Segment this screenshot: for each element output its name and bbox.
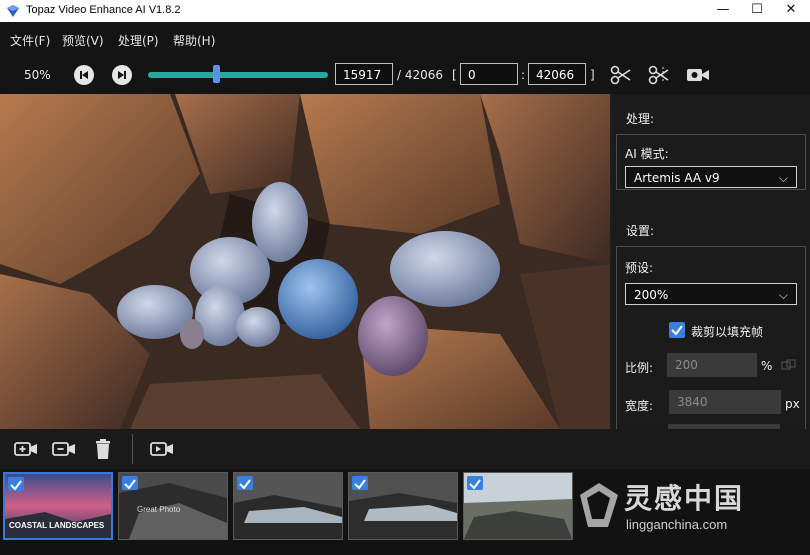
menu-preview[interactable]: 预览(V) xyxy=(62,32,104,49)
maximize-button[interactable]: ☐ xyxy=(740,0,774,22)
width-unit: px xyxy=(785,397,800,411)
timeline-slider-thumb[interactable] xyxy=(213,65,221,83)
remove-video-icon[interactable] xyxy=(52,439,76,459)
watermark-logo xyxy=(580,483,618,527)
scissors-icon[interactable] xyxy=(610,65,632,85)
preview-frame-image xyxy=(0,94,610,429)
thumbnail-caption: COASTAL LANDSCAPES xyxy=(9,521,105,530)
checkmark-icon xyxy=(469,479,481,490)
title-bar: Topaz Video Enhance AI V1.8.2 — ☐ ✕ xyxy=(0,0,810,22)
thumbnail-caption: Great Photo xyxy=(137,505,181,514)
preset-label: 预设: xyxy=(625,261,654,275)
menu-process[interactable]: 处理(P) xyxy=(118,32,159,49)
chevron-down-icon: ⌵ xyxy=(778,288,788,302)
video-thumbnail[interactable]: COASTAL LANDSCAPES xyxy=(3,472,113,540)
menu-bar: 文件(F) 预览(V) 处理(P) 帮助(H) xyxy=(0,22,810,54)
video-list-actions xyxy=(0,429,810,469)
menu-file[interactable]: 文件(F) xyxy=(10,32,50,49)
video-thumbnail[interactable] xyxy=(463,472,573,540)
scissors-split-icon[interactable] xyxy=(648,65,670,85)
menu-help[interactable]: 帮助(H) xyxy=(173,32,215,49)
width-label: 宽度: xyxy=(625,399,654,413)
previous-frame-button[interactable] xyxy=(74,65,94,85)
crop-checkbox-label: 裁剪以填充帧 xyxy=(691,325,764,339)
thumbnail-checkbox[interactable] xyxy=(467,476,483,490)
range-start-input[interactable]: 0 xyxy=(460,63,518,85)
ratio-input[interactable]: 200 xyxy=(667,353,757,377)
settings-section-title: 设置: xyxy=(626,224,655,238)
thumbnail-checkbox[interactable] xyxy=(122,476,138,490)
video-camera-icon[interactable] xyxy=(150,439,174,459)
preset-value: 200% xyxy=(634,288,669,302)
thumbnail-checkbox[interactable] xyxy=(8,477,24,491)
checkmark-icon xyxy=(10,480,22,491)
add-video-icon[interactable] xyxy=(14,439,38,459)
total-frames: / 42066 xyxy=(397,68,444,82)
range-end-input[interactable]: 42066 xyxy=(528,63,586,85)
ai-mode-value: Artemis AA v9 xyxy=(634,171,720,185)
video-preview[interactable] xyxy=(0,94,610,429)
range-open-bracket: [ xyxy=(452,68,457,82)
checkmark-icon xyxy=(124,479,136,490)
video-camera-icon[interactable] xyxy=(686,66,710,84)
video-thumbnail[interactable] xyxy=(348,472,458,540)
minimize-button[interactable]: — xyxy=(706,0,740,22)
toolbar: 50% 15917 / 42066 [ 0 : 42066 ] xyxy=(0,54,810,94)
settings-group: 预设: 200% ⌵ 裁剪以填充帧 比例: 200 % 宽度: 3840 px xyxy=(616,246,806,438)
video-thumbnail[interactable]: Great Photo xyxy=(118,472,228,540)
ai-mode-label: AI 模式: xyxy=(625,147,669,161)
app-logo-icon xyxy=(7,5,19,17)
toolbar-divider xyxy=(132,434,133,464)
video-thumbnail[interactable] xyxy=(233,472,343,540)
zoom-level[interactable]: 50% xyxy=(24,68,51,82)
checkmark-icon xyxy=(239,479,251,490)
trash-icon[interactable] xyxy=(94,438,112,460)
current-frame-input[interactable]: 15917 xyxy=(335,63,393,85)
preset-select[interactable]: 200% ⌵ xyxy=(625,283,797,305)
chevron-down-icon: ⌵ xyxy=(778,171,788,185)
range-close-bracket: ] xyxy=(590,68,595,82)
thumbnail-checkbox[interactable] xyxy=(237,476,253,490)
ratio-unit: % xyxy=(761,359,773,373)
window-title: Topaz Video Enhance AI V1.8.2 xyxy=(26,4,181,16)
ai-mode-group: AI 模式: Artemis AA v9 ⌵ xyxy=(616,134,806,190)
timeline-slider-track[interactable] xyxy=(148,72,328,78)
watermark-brand: 灵感中国 xyxy=(624,482,745,515)
link-aspect-icon[interactable] xyxy=(781,359,797,371)
crop-checkbox[interactable] xyxy=(669,322,685,338)
skip-back-icon xyxy=(80,71,88,79)
ratio-label: 比例: xyxy=(625,361,654,375)
checkmark-icon xyxy=(671,325,683,336)
thumbnail-checkbox[interactable] xyxy=(352,476,368,490)
width-input[interactable]: 3840 xyxy=(669,390,781,414)
settings-panel: 处理: AI 模式: Artemis AA v9 ⌵ 设置: 预设: 200% … xyxy=(612,94,810,438)
skip-forward-icon xyxy=(118,71,126,79)
process-section-title: 处理: xyxy=(626,112,655,126)
watermark-url: lingganchina.com xyxy=(626,517,728,532)
video-filmstrip: COASTAL LANDSCAPES Great Photo 灵感中国 ling… xyxy=(0,469,810,555)
next-frame-button[interactable] xyxy=(112,65,132,85)
close-button[interactable]: ✕ xyxy=(774,0,808,22)
checkmark-icon xyxy=(354,479,366,490)
range-separator: : xyxy=(521,68,526,82)
ai-mode-select[interactable]: Artemis AA v9 ⌵ xyxy=(625,166,797,188)
